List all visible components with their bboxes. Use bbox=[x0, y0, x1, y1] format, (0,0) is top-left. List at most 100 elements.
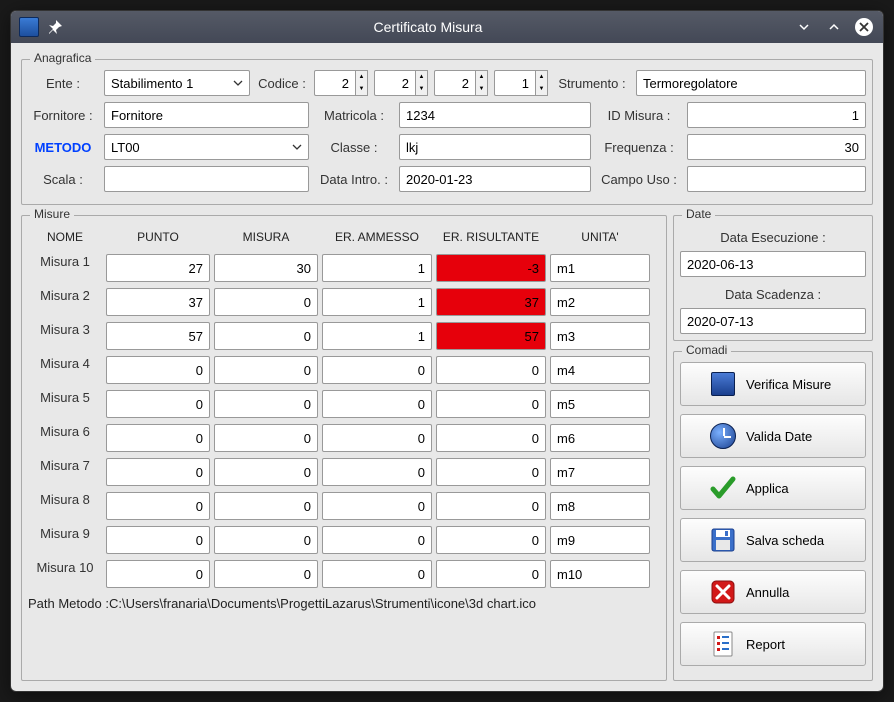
strumento-label: Strumento : bbox=[554, 76, 630, 91]
erammesso-input[interactable] bbox=[322, 254, 432, 282]
anagrafica-group: Anagrafica Ente : Stabilimento 1 Codice … bbox=[21, 59, 873, 205]
unita-input[interactable] bbox=[550, 356, 650, 384]
erammesso-input[interactable] bbox=[322, 492, 432, 520]
errisultante-input[interactable] bbox=[436, 526, 546, 554]
ente-value: Stabilimento 1 bbox=[111, 76, 193, 91]
dataintro-input[interactable] bbox=[399, 166, 591, 192]
misura-input[interactable] bbox=[214, 492, 318, 520]
errisultante-input[interactable] bbox=[436, 356, 546, 384]
report-button[interactable]: Report bbox=[680, 622, 866, 666]
metodo-combo[interactable]: LT00 bbox=[104, 134, 309, 160]
punto-input[interactable] bbox=[106, 322, 210, 350]
erammesso-input[interactable] bbox=[322, 322, 432, 350]
errisultante-input[interactable] bbox=[436, 560, 546, 588]
misura-nome: Misura 2 bbox=[28, 288, 102, 316]
header-unita: UNITA' bbox=[550, 226, 650, 248]
erammesso-input[interactable] bbox=[322, 560, 432, 588]
misura-input[interactable] bbox=[214, 390, 318, 418]
classe-label: Classe : bbox=[315, 140, 393, 155]
erammesso-input[interactable] bbox=[322, 458, 432, 486]
annulla-button[interactable]: Annulla bbox=[680, 570, 866, 614]
unita-input[interactable] bbox=[550, 458, 650, 486]
unita-input[interactable] bbox=[550, 560, 650, 588]
errisultante-input[interactable] bbox=[436, 390, 546, 418]
misura-input[interactable] bbox=[214, 424, 318, 452]
codice-2-spinner[interactable]: ▲▼ bbox=[416, 70, 428, 96]
punto-input[interactable] bbox=[106, 560, 210, 588]
misura-input[interactable] bbox=[214, 560, 318, 588]
misura-input[interactable] bbox=[214, 322, 318, 350]
classe-input[interactable] bbox=[399, 134, 591, 160]
minimize-button[interactable] bbox=[793, 16, 815, 38]
unita-input[interactable] bbox=[550, 390, 650, 418]
check-icon bbox=[710, 475, 736, 501]
errisultante-input[interactable] bbox=[436, 492, 546, 520]
erammesso-input[interactable] bbox=[322, 390, 432, 418]
codice-2-input[interactable] bbox=[374, 70, 416, 96]
codice-3-input[interactable] bbox=[434, 70, 476, 96]
errisultante-input[interactable] bbox=[436, 254, 546, 282]
matricola-input[interactable] bbox=[399, 102, 591, 128]
verify-icon bbox=[711, 372, 735, 396]
punto-input[interactable] bbox=[106, 526, 210, 554]
unita-input[interactable] bbox=[550, 424, 650, 452]
applica-button[interactable]: Applica bbox=[680, 466, 866, 510]
punto-input[interactable] bbox=[106, 288, 210, 316]
erammesso-input[interactable] bbox=[322, 526, 432, 554]
punto-input[interactable] bbox=[106, 254, 210, 282]
codice-4-input[interactable] bbox=[494, 70, 536, 96]
frequenza-input[interactable] bbox=[687, 134, 866, 160]
frequenza-label: Frequenza : bbox=[597, 140, 681, 155]
fornitore-input[interactable] bbox=[104, 102, 309, 128]
punto-input[interactable] bbox=[106, 424, 210, 452]
misura-input[interactable] bbox=[214, 254, 318, 282]
scala-input[interactable] bbox=[104, 166, 309, 192]
strumento-input[interactable] bbox=[636, 70, 866, 96]
punto-input[interactable] bbox=[106, 492, 210, 520]
salva-scheda-button[interactable]: Salva scheda bbox=[680, 518, 866, 562]
errisultante-input[interactable] bbox=[436, 458, 546, 486]
dataintro-label: Data Intro. : bbox=[315, 172, 393, 187]
punto-input[interactable] bbox=[106, 458, 210, 486]
unita-input[interactable] bbox=[550, 254, 650, 282]
unita-input[interactable] bbox=[550, 288, 650, 316]
punto-input[interactable] bbox=[106, 356, 210, 384]
data-esecuzione-input[interactable] bbox=[680, 251, 866, 277]
idmisura-input[interactable] bbox=[687, 102, 866, 128]
close-button[interactable] bbox=[853, 16, 875, 38]
errisultante-input[interactable] bbox=[436, 424, 546, 452]
unita-input[interactable] bbox=[550, 322, 650, 350]
ente-combo[interactable]: Stabilimento 1 bbox=[104, 70, 250, 96]
misura-input[interactable] bbox=[214, 288, 318, 316]
errisultante-input[interactable] bbox=[436, 288, 546, 316]
maximize-button[interactable] bbox=[823, 16, 845, 38]
erammesso-input[interactable] bbox=[322, 424, 432, 452]
valida-date-button[interactable]: Valida Date bbox=[680, 414, 866, 458]
misure-header: NOME PUNTO MISURA ER. AMMESSO ER. RISULT… bbox=[28, 226, 660, 248]
codice-label: Codice : bbox=[256, 76, 308, 91]
unita-input[interactable] bbox=[550, 526, 650, 554]
erammesso-input[interactable] bbox=[322, 288, 432, 316]
metodo-label[interactable]: METODO bbox=[28, 140, 98, 155]
verifica-misure-button[interactable]: Verifica Misure bbox=[680, 362, 866, 406]
save-icon bbox=[710, 527, 736, 553]
misura-row: Misura 5 bbox=[28, 390, 660, 418]
errisultante-input[interactable] bbox=[436, 322, 546, 350]
header-nome: NOME bbox=[28, 226, 102, 248]
misura-row: Misura 4 bbox=[28, 356, 660, 384]
misura-input[interactable] bbox=[214, 526, 318, 554]
codice-1-input[interactable] bbox=[314, 70, 356, 96]
data-scadenza-input[interactable] bbox=[680, 308, 866, 334]
misura-input[interactable] bbox=[214, 356, 318, 384]
codice-3-spinner[interactable]: ▲▼ bbox=[476, 70, 488, 96]
codice-1-spinner[interactable]: ▲▼ bbox=[356, 70, 368, 96]
codice-4-spinner[interactable]: ▲▼ bbox=[536, 70, 548, 96]
unita-input[interactable] bbox=[550, 492, 650, 520]
clock-icon bbox=[710, 423, 736, 449]
campouso-input[interactable] bbox=[687, 166, 866, 192]
misura-input[interactable] bbox=[214, 458, 318, 486]
app-window: Certificato Misura Anagrafica Ente : Sta… bbox=[10, 10, 884, 692]
erammesso-input[interactable] bbox=[322, 356, 432, 384]
pin-icon[interactable] bbox=[47, 19, 63, 35]
punto-input[interactable] bbox=[106, 390, 210, 418]
